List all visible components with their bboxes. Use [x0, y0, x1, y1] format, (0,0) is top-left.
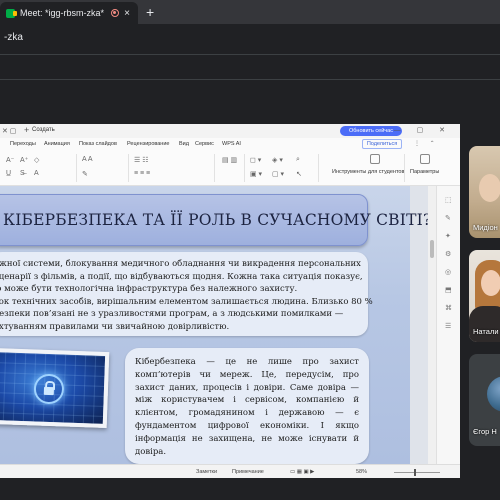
- slide-title: КІБЕРБЕЗПЕКА ТА ЇЇ РОЛЬ В СУЧАСНОМУ СВІТ…: [3, 211, 428, 229]
- create-icon[interactable]: +: [24, 125, 29, 135]
- divider: [214, 154, 215, 182]
- divider: [318, 154, 319, 182]
- underline-icon[interactable]: U̲: [6, 170, 11, 177]
- ppt-ribbon: A⁻ A⁺ ◇ U̲ S̶ A A A ✎ ☰ ☷ ≡ ≡ ≡ ▤ ▥ ◻ ▾ …: [0, 150, 460, 186]
- font-size-down-icon[interactable]: A⁻: [6, 156, 14, 164]
- align-icon[interactable]: ≡ ≡ ≡: [134, 170, 150, 177]
- ppt-titlebar: ✕ ▢ + Создать Обновить сейчас — ▢ ✕: [0, 124, 460, 138]
- menu-item[interactable]: Переходы: [10, 141, 36, 147]
- font-color-icon[interactable]: A: [34, 170, 39, 177]
- slide-body-box-2: Кібербезпека — це не лише про захист ком…: [125, 348, 369, 464]
- share-button[interactable]: Поделиться: [362, 139, 402, 149]
- menu-item[interactable]: Показ слайдов: [79, 141, 117, 147]
- grow-font-icon[interactable]: A A: [82, 156, 93, 163]
- right-side-panel: ⬚ ✎ ✦ ⚙ ◎ ⬒ ⌘ ☰: [436, 186, 460, 464]
- menu-item[interactable]: Вид: [179, 141, 189, 147]
- slide: КІБЕРБЕЗПЕКА ТА ЇЇ РОЛЬ В СУЧАСНОМУ СВІТ…: [0, 186, 428, 464]
- menu-item[interactable]: Рецензирование: [127, 141, 169, 147]
- panel-icon[interactable]: ⌘: [445, 304, 452, 312]
- browser-tabstrip: Meet: *igg-rbsm-zka* × +: [0, 0, 500, 24]
- body1-line: сценарії з фільмів, а події, що відбуваю…: [0, 271, 363, 282]
- participant-body: [469, 306, 500, 342]
- view-icons[interactable]: ▭ ▦ ▣ ▶: [290, 469, 314, 475]
- zoom-value[interactable]: 58%: [356, 469, 367, 475]
- outline-icon[interactable]: ▢ ▾: [272, 170, 284, 178]
- window-controls-icon[interactable]: — ▢ ✕: [394, 126, 452, 134]
- tab-close-icon[interactable]: ×: [124, 8, 130, 19]
- panel-icon[interactable]: ✎: [445, 214, 451, 222]
- strikethrough-icon[interactable]: S̶: [20, 170, 25, 177]
- app-icon: ✕ ▢: [2, 128, 17, 135]
- shapes-icon[interactable]: ◻ ▾: [250, 156, 261, 164]
- panel-icon[interactable]: ✦: [445, 232, 451, 240]
- fill-icon[interactable]: ◈ ▾: [272, 156, 283, 164]
- ppt-statusbar: Заметки Примечание ▭ ▦ ▣ ▶ 58%: [0, 464, 460, 478]
- slide-body-box-1: ежної системи, блокування медичного обла…: [0, 252, 373, 336]
- panel-icon[interactable]: ☰: [445, 322, 451, 330]
- divider: [128, 154, 129, 182]
- notes-button[interactable]: Заметки: [196, 469, 217, 475]
- ppt-menubar: Переходы Анимация Показ слайдов Рецензир…: [0, 138, 460, 150]
- new-tab-button[interactable]: +: [146, 4, 154, 20]
- bookmarks-bar: [0, 55, 500, 79]
- participant-video: [479, 174, 500, 202]
- student-tools-label[interactable]: Инструменты для студентов: [332, 169, 404, 175]
- create-tab[interactable]: Создать: [32, 127, 55, 133]
- meet-icon: [6, 8, 17, 18]
- recording-icon: [111, 9, 120, 17]
- menu-item-wps-ai[interactable]: WPS AI: [222, 141, 241, 147]
- slide-canvas[interactable]: КІБЕРБЕЗПЕКА ТА ЇЇ РОЛЬ В СУЧАСНОМУ СВІТ…: [0, 186, 428, 464]
- participant-name: Єгор Н: [473, 427, 497, 436]
- menu-item[interactable]: Анимация: [44, 141, 70, 147]
- student-tools-icon[interactable]: [370, 154, 380, 164]
- zoom-slider-knob[interactable]: [414, 469, 416, 476]
- cybersecurity-image: [0, 347, 110, 429]
- parameters-label[interactable]: Параметры: [410, 169, 439, 175]
- find-icon[interactable]: ⌕: [296, 156, 300, 164]
- slide-scrollbar[interactable]: [428, 186, 436, 464]
- arrange-icon[interactable]: ▣ ▾: [250, 170, 262, 178]
- body1-line: ехтуванням правилами чи звичайною довірл…: [0, 321, 230, 332]
- divider: [244, 154, 245, 182]
- participant-face: [481, 270, 500, 296]
- tab-title: Meet: *igg-rbsm-zka*: [20, 8, 105, 18]
- panel-icon[interactable]: ⬒: [445, 286, 452, 294]
- body1-line: ток технічних засобів, вирішальним елеме…: [0, 296, 373, 307]
- menu-extra-icons[interactable]: ⋮ ⌃: [414, 140, 439, 147]
- participant-tile[interactable]: Натали: [469, 250, 500, 342]
- divider: [76, 154, 77, 182]
- paragraph-icon[interactable]: ▤ ▥: [222, 156, 237, 164]
- panel-icon[interactable]: ◎: [445, 268, 451, 276]
- divider: [404, 154, 405, 182]
- zoom-slider[interactable]: [394, 472, 440, 473]
- shared-screen: ✕ ▢ + Создать Обновить сейчас — ▢ ✕ Пере…: [0, 124, 460, 478]
- meet-tab[interactable]: Meet: *igg-rbsm-zka* ×: [0, 2, 138, 24]
- participant-avatar: [487, 376, 500, 412]
- participant-tile[interactable]: Мидіон: [469, 146, 500, 238]
- comment-button[interactable]: Примечание: [232, 469, 264, 475]
- bullets-icon[interactable]: ☰ ☷: [134, 156, 149, 164]
- address-bar[interactable]: -zka: [0, 24, 500, 54]
- menu-item[interactable]: Сервис: [195, 141, 214, 147]
- select-icon[interactable]: ↖: [296, 170, 302, 178]
- address-text: -zka: [4, 32, 23, 43]
- parameters-icon[interactable]: [420, 154, 430, 164]
- font-size-up-icon[interactable]: A⁺: [20, 156, 28, 164]
- participant-name: Натали: [473, 327, 499, 336]
- body1-line: безпеки пов’язані не з уразливостями про…: [0, 309, 344, 320]
- panel-icon[interactable]: ⬚: [445, 196, 452, 204]
- highlight-icon[interactable]: ✎: [82, 170, 88, 178]
- body1-line: ежної системи, блокування медичного обла…: [0, 259, 361, 269]
- body2-text: Кібербезпека — це не лише про захист ком…: [135, 357, 359, 457]
- participant-tile[interactable]: Єгор Н: [469, 354, 500, 446]
- slide-title-box: КІБЕРБЕЗПЕКА ТА ЇЇ РОЛЬ В СУЧАСНОМУ СВІТ…: [0, 194, 428, 246]
- panel-icon[interactable]: ⚙: [445, 250, 451, 258]
- body1-line: ю може бути технологічна інфраструктура …: [0, 284, 298, 295]
- participant-name: Мидіон: [473, 223, 498, 232]
- clear-format-icon[interactable]: ◇: [34, 156, 39, 164]
- scrollbar-thumb[interactable]: [430, 240, 434, 258]
